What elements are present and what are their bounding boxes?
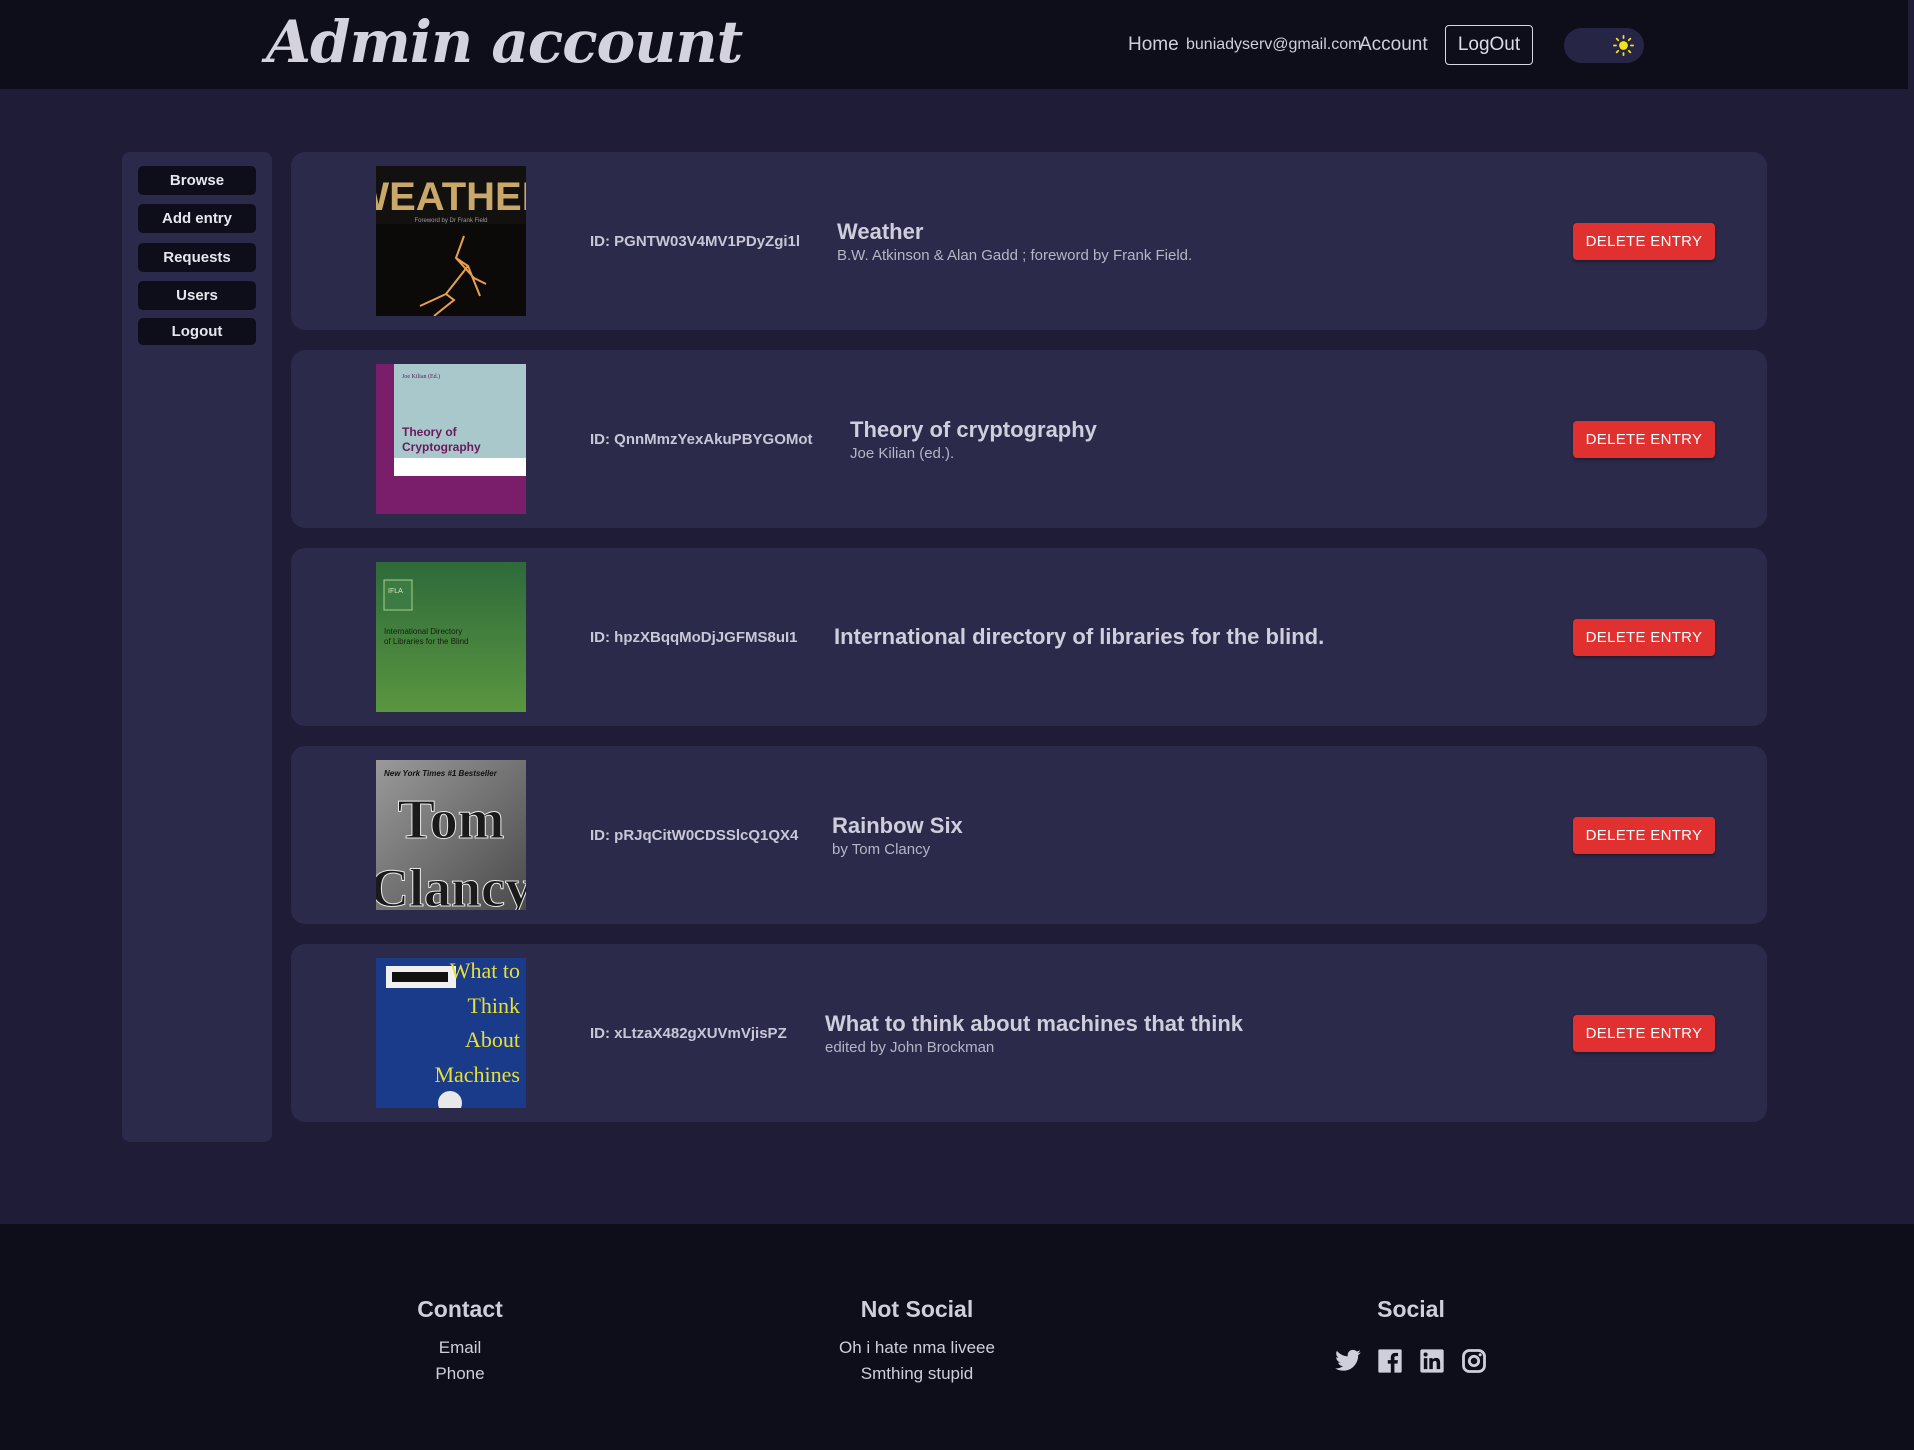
entry-id: ID: pRJqCitW0CDSSlcQ1QX4 [590, 826, 799, 844]
entry-title: International directory of libraries for… [834, 624, 1325, 649]
svg-text:International Directory: International Directory [384, 627, 462, 636]
svg-text:Tom: Tom [398, 789, 505, 851]
list-item: Joe Kilian (Ed.) Theory of Cryptography … [291, 350, 1767, 528]
svg-text:Cryptography: Cryptography [402, 440, 481, 454]
list-item: WEATHER Foreword by Dr Frank Field ID: P… [291, 152, 1767, 330]
book-cover-image: What to Think About Machines [376, 958, 526, 1108]
nav-user-email[interactable]: buniadyserv@gmail.com [1186, 0, 1361, 89]
sidebar-item-add-entry[interactable]: Add entry [138, 204, 256, 233]
list-item: What to Think About Machines ID: xLtzaX4… [291, 944, 1767, 1122]
brand-title: Admin account [266, 8, 743, 76]
svg-text:of Libraries for the Blind: of Libraries for the Blind [384, 637, 469, 646]
svg-text:About: About [465, 1027, 520, 1052]
book-cover-image: New York Times #1 Bestseller Tom Clancy [376, 760, 526, 910]
footer-heading: Contact [417, 1296, 503, 1322]
svg-text:Machines: Machines [434, 1062, 520, 1087]
entry-title: Theory of cryptography [850, 416, 1097, 442]
header: Admin account Home buniadyserv@gmail.com… [0, 0, 1908, 89]
nav-account-link[interactable]: Account [1359, 0, 1428, 89]
entry-author: Joe Kilian (ed.). [850, 444, 955, 462]
nav-home-link[interactable]: Home [1128, 0, 1179, 89]
book-cover-image: Joe Kilian (Ed.) Theory of Cryptography [376, 364, 526, 514]
entry-author: edited by John Brockman [825, 1038, 995, 1056]
delete-entry-button[interactable]: DELETE ENTRY [1573, 223, 1715, 260]
svg-text:Clancy: Clancy [376, 858, 526, 910]
delete-entry-button[interactable]: DELETE ENTRY [1573, 1015, 1715, 1052]
entry-title: What to think about machines that think [825, 1010, 1243, 1036]
svg-text:Joe Kilian (Ed.): Joe Kilian (Ed.) [402, 373, 440, 380]
delete-entry-button[interactable]: DELETE ENTRY [1573, 619, 1715, 656]
logout-button[interactable]: LogOut [1445, 25, 1533, 65]
sun-icon [1613, 35, 1634, 56]
entry-author: by Tom Clancy [832, 840, 931, 858]
entry-id: ID: QnnMmzYexAkuPBYGOMot [590, 430, 813, 448]
svg-text:Foreword by Dr Frank Field: Foreword by Dr Frank Field [414, 218, 487, 224]
entry-id: ID: PGNTW03V4MV1PDyZgi1l [590, 232, 801, 250]
svg-text:IFLA: IFLA [388, 588, 403, 595]
entry-author: B.W. Atkinson & Alan Gadd ; foreword by … [837, 246, 1193, 264]
facebook-icon[interactable] [1376, 1347, 1404, 1375]
svg-text:Theory of: Theory of [402, 425, 458, 439]
book-cover-image: IFLA International Directory of Librarie… [376, 562, 526, 712]
delete-entry-button[interactable]: DELETE ENTRY [1573, 817, 1715, 854]
book-cover-image: WEATHER Foreword by Dr Frank Field [376, 166, 526, 316]
sidebar-item-users[interactable]: Users [138, 281, 256, 310]
list-item: IFLA International Directory of Librarie… [291, 548, 1767, 726]
instagram-icon[interactable] [1460, 1347, 1488, 1375]
delete-entry-button[interactable]: DELETE ENTRY [1573, 421, 1715, 458]
footer-heading: Social [1377, 1296, 1445, 1322]
entry-title: Weather [837, 218, 924, 244]
svg-text:WEATHER: WEATHER [376, 175, 526, 219]
footer: Contact Email Phone Not Social Oh i hate… [0, 1224, 1914, 1450]
footer-link-item[interactable]: Oh i hate nma liveee [757, 1338, 1077, 1358]
sidebar: Browse Add entry Requests Users Logout [122, 152, 272, 1142]
svg-text:Think: Think [467, 993, 520, 1018]
sidebar-item-logout[interactable]: Logout [138, 318, 256, 345]
footer-heading: Not Social [860, 1296, 974, 1322]
footer-link-item[interactable]: Smthing stupid [757, 1364, 1077, 1384]
theme-toggle[interactable] [1564, 28, 1644, 63]
sidebar-item-requests[interactable]: Requests [138, 243, 256, 272]
entry-id: ID: xLtzaX482gXUVmVjisPZ [590, 1024, 787, 1042]
footer-link-email[interactable]: Email [300, 1338, 620, 1358]
linkedin-icon[interactable] [1418, 1347, 1446, 1375]
entry-title: Rainbow Six [832, 812, 963, 838]
sidebar-item-browse[interactable]: Browse [138, 166, 256, 195]
twitter-icon[interactable] [1334, 1347, 1362, 1375]
svg-text:New York Times #1 Bestseller: New York Times #1 Bestseller [384, 769, 498, 778]
footer-link-phone[interactable]: Phone [300, 1364, 620, 1384]
svg-text:What to: What to [450, 958, 520, 983]
list-item: New York Times #1 Bestseller Tom Clancy … [291, 746, 1767, 924]
entry-id: ID: hpzXBqqMoDjJGFMS8uI1 [590, 628, 798, 646]
